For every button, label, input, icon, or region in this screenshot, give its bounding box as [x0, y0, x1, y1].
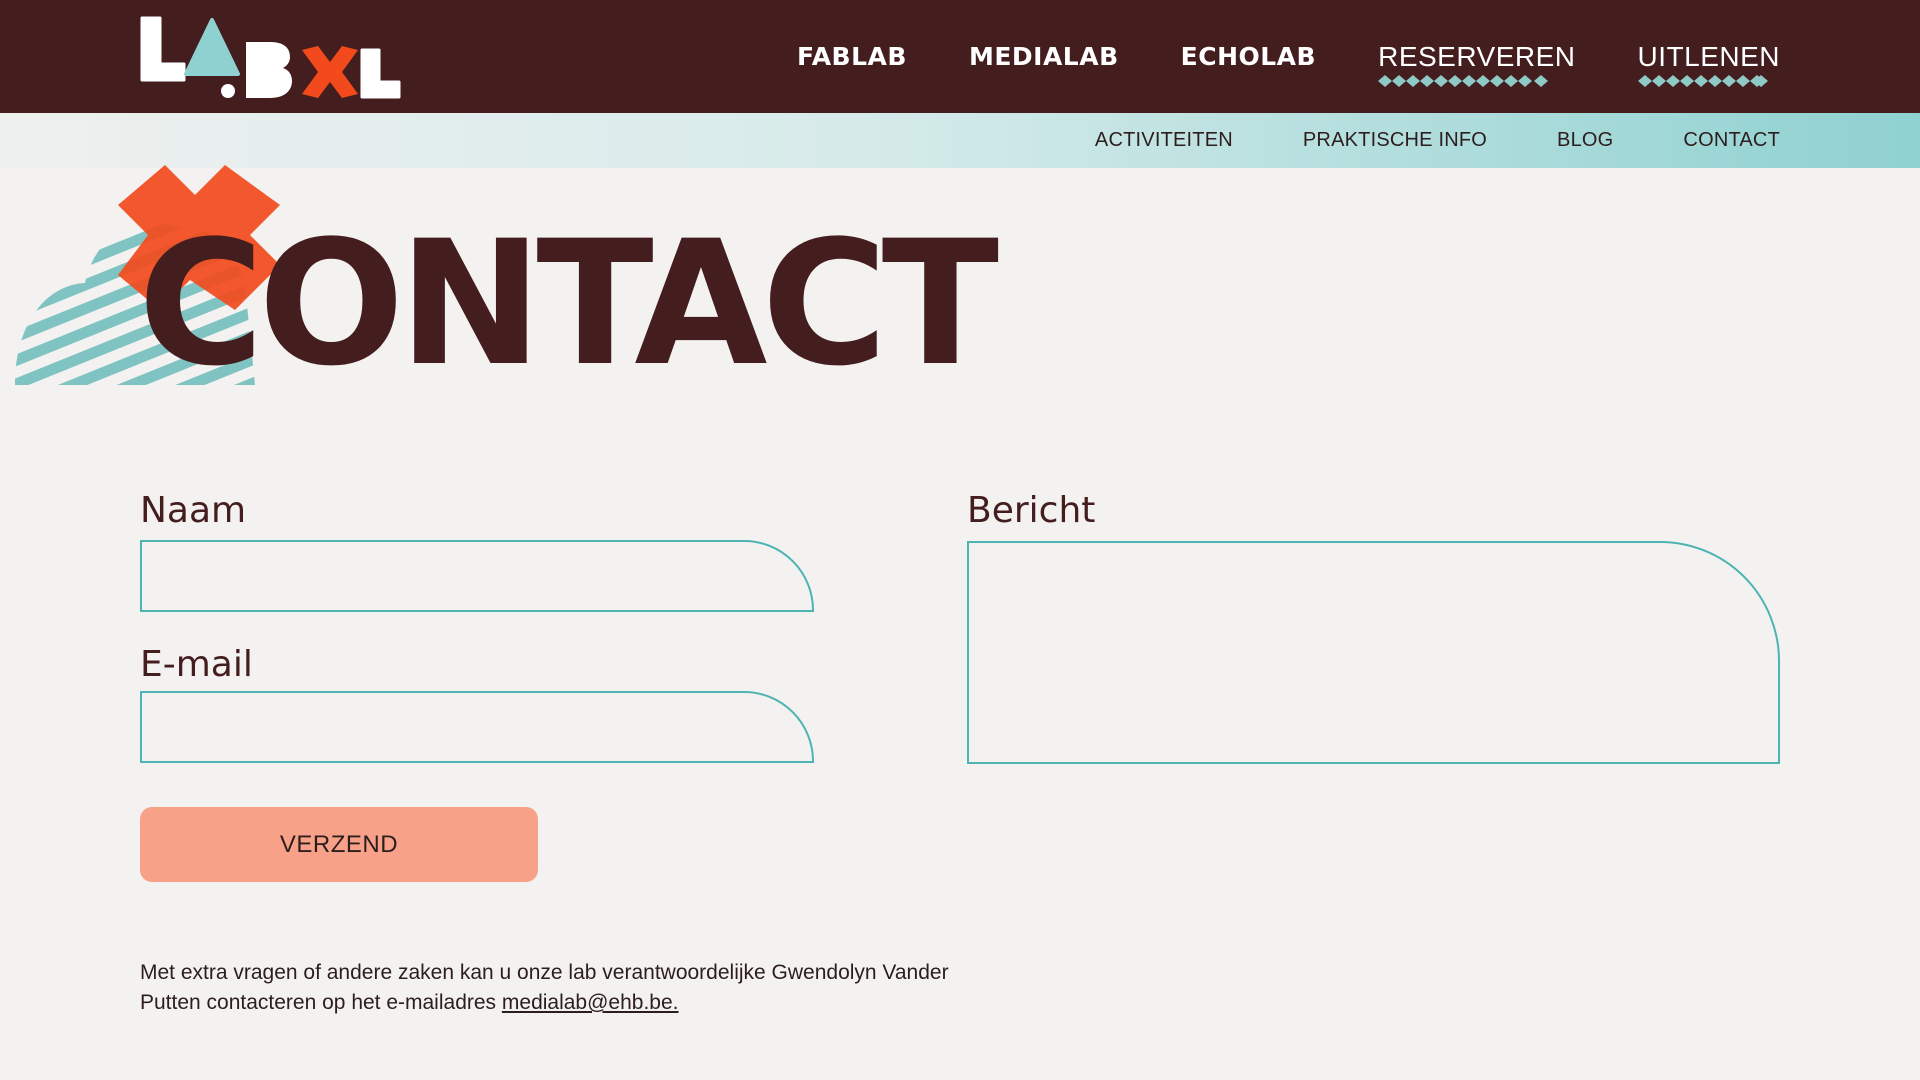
name-input[interactable] — [140, 540, 814, 612]
sub-navigation-bar: ACTIVITEITEN PRAKTISCHE INFO BLOG CONTAC… — [0, 113, 1920, 168]
nav-uitlenen-label: UITLENEN — [1637, 40, 1780, 72]
zigzag-underline-icon — [1637, 74, 1768, 87]
contact-info-text: Met extra vragen of andere zaken kan u o… — [140, 958, 960, 1018]
email-input[interactable] — [140, 691, 814, 763]
message-textarea[interactable] — [967, 541, 1780, 764]
subnav-blog[interactable]: BLOG — [1557, 129, 1613, 152]
nav-medialab[interactable]: MEDIALAB — [969, 42, 1119, 71]
message-label: Bericht — [967, 490, 1096, 531]
subnav-praktische-info[interactable]: PRAKTISCHE INFO — [1303, 129, 1487, 152]
nav-uitlenen[interactable]: UITLENEN — [1637, 40, 1780, 87]
main-navigation: FABLAB MEDIALAB ECHOLAB RESERVEREN UITLE… — [735, 0, 1780, 113]
nav-echolab[interactable]: ECHOLAB — [1181, 42, 1316, 71]
contact-email-link[interactable]: medialab@ehb.be. — [502, 991, 679, 1014]
subnav-contact[interactable]: CONTACT — [1683, 129, 1780, 152]
submit-button[interactable]: VERZEND — [140, 807, 538, 882]
page-title: CONTACT — [138, 203, 999, 404]
zigzag-underline-icon — [1378, 74, 1549, 87]
nav-reserveren[interactable]: RESERVEREN — [1378, 40, 1576, 87]
top-header: FABLAB MEDIALAB ECHOLAB RESERVEREN UITLE… — [0, 0, 1920, 113]
name-label: Naam — [140, 490, 247, 531]
labxl-logo[interactable] — [140, 16, 402, 100]
sub-navigation: ACTIVITEITEN PRAKTISCHE INFO BLOG CONTAC… — [1025, 113, 1780, 168]
subnav-activiteiten[interactable]: ACTIVITEITEN — [1095, 129, 1233, 152]
nav-fablab[interactable]: FABLAB — [797, 42, 907, 71]
nav-reserveren-label: RESERVEREN — [1378, 40, 1576, 72]
email-label: E-mail — [140, 644, 253, 685]
